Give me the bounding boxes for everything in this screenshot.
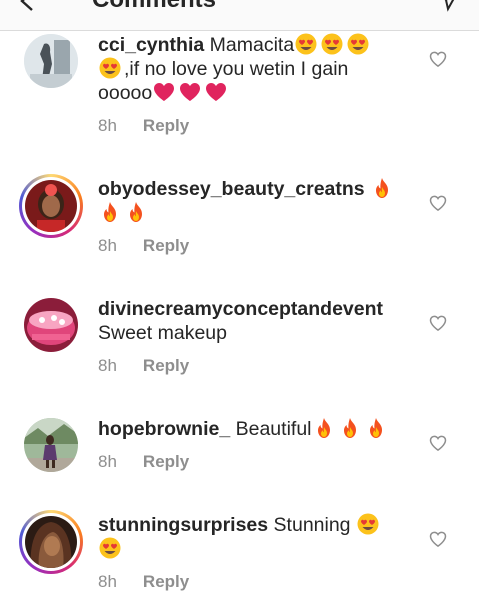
comment-body: ooooo (98, 82, 153, 104)
comment-meta: 8h Reply (98, 236, 189, 256)
avatar[interactable] (24, 418, 78, 472)
like-heart-icon[interactable] (428, 49, 448, 69)
comment-meta: 8h Reply (98, 572, 189, 592)
reply-button[interactable]: Reply (143, 116, 189, 135)
comment-body: Stunning (273, 514, 351, 536)
comment-meta: 8h Reply (98, 356, 189, 376)
comment-time: 8h (98, 452, 117, 471)
comment-meta: 8h Reply (98, 116, 189, 136)
fire-emoji (338, 417, 362, 439)
red-heart-emoji (152, 81, 176, 103)
comment-time: 8h (98, 116, 117, 135)
comment-meta: 8h Reply (98, 452, 189, 472)
fire-emoji (370, 177, 394, 199)
reply-button[interactable]: Reply (143, 236, 189, 255)
comment-text: divinecreamyconceptandevent Sweet makeup (98, 297, 418, 345)
comment-time: 8h (98, 572, 117, 591)
fire-emoji (312, 417, 336, 439)
fire-emoji (364, 417, 388, 439)
comment-username[interactable]: obyodessey_beauty_creatns (98, 178, 365, 200)
comment-body: Mamacita (209, 34, 295, 56)
comment-username[interactable]: divinecreamyconceptandevent (98, 298, 383, 320)
fire-emoji (124, 201, 148, 223)
comment-body: ,if no love you wetin I gain (124, 58, 349, 80)
comment-time: 8h (98, 236, 117, 255)
avatar[interactable] (24, 34, 78, 88)
comment-body: Sweet makeup (98, 322, 227, 344)
send-icon[interactable] (436, 0, 460, 17)
comment-username[interactable]: hopebrownie_ (98, 418, 230, 440)
reply-button[interactable]: Reply (143, 356, 189, 375)
reply-button[interactable]: Reply (143, 452, 189, 471)
comment-text: cci_cynthia Mamacita ,if no love you weti… (98, 33, 398, 105)
back-arrow-icon[interactable] (18, 0, 38, 17)
comments-header: Comments (0, 0, 479, 31)
avatar[interactable] (24, 298, 78, 352)
comment-username[interactable]: stunningsurprises (98, 514, 268, 536)
avatar[interactable] (19, 174, 83, 238)
comment-text: hopebrownie_ Beautiful (98, 417, 398, 441)
heart-eyes-emoji (346, 33, 370, 55)
red-heart-emoji (178, 81, 202, 103)
page-title: Comments (92, 0, 216, 14)
comment-username[interactable]: cci_cynthia (98, 34, 204, 56)
avatar[interactable] (19, 510, 83, 574)
heart-eyes-emoji (356, 513, 380, 535)
comment-text: obyodessey_beauty_creatns (98, 177, 398, 225)
heart-eyes-emoji (294, 33, 318, 55)
like-heart-icon[interactable] (428, 529, 448, 549)
red-heart-emoji (204, 81, 228, 103)
heart-eyes-emoji (98, 537, 122, 559)
heart-eyes-emoji (98, 57, 122, 79)
heart-eyes-emoji (320, 33, 344, 55)
like-heart-icon[interactable] (428, 193, 448, 213)
like-heart-icon[interactable] (428, 313, 448, 333)
comment-time: 8h (98, 356, 117, 375)
comment-body: Beautiful (235, 418, 312, 440)
like-heart-icon[interactable] (428, 433, 448, 453)
comment-text: stunningsurprises Stunning (98, 513, 398, 561)
reply-button[interactable]: Reply (143, 572, 189, 591)
fire-emoji (98, 201, 122, 223)
